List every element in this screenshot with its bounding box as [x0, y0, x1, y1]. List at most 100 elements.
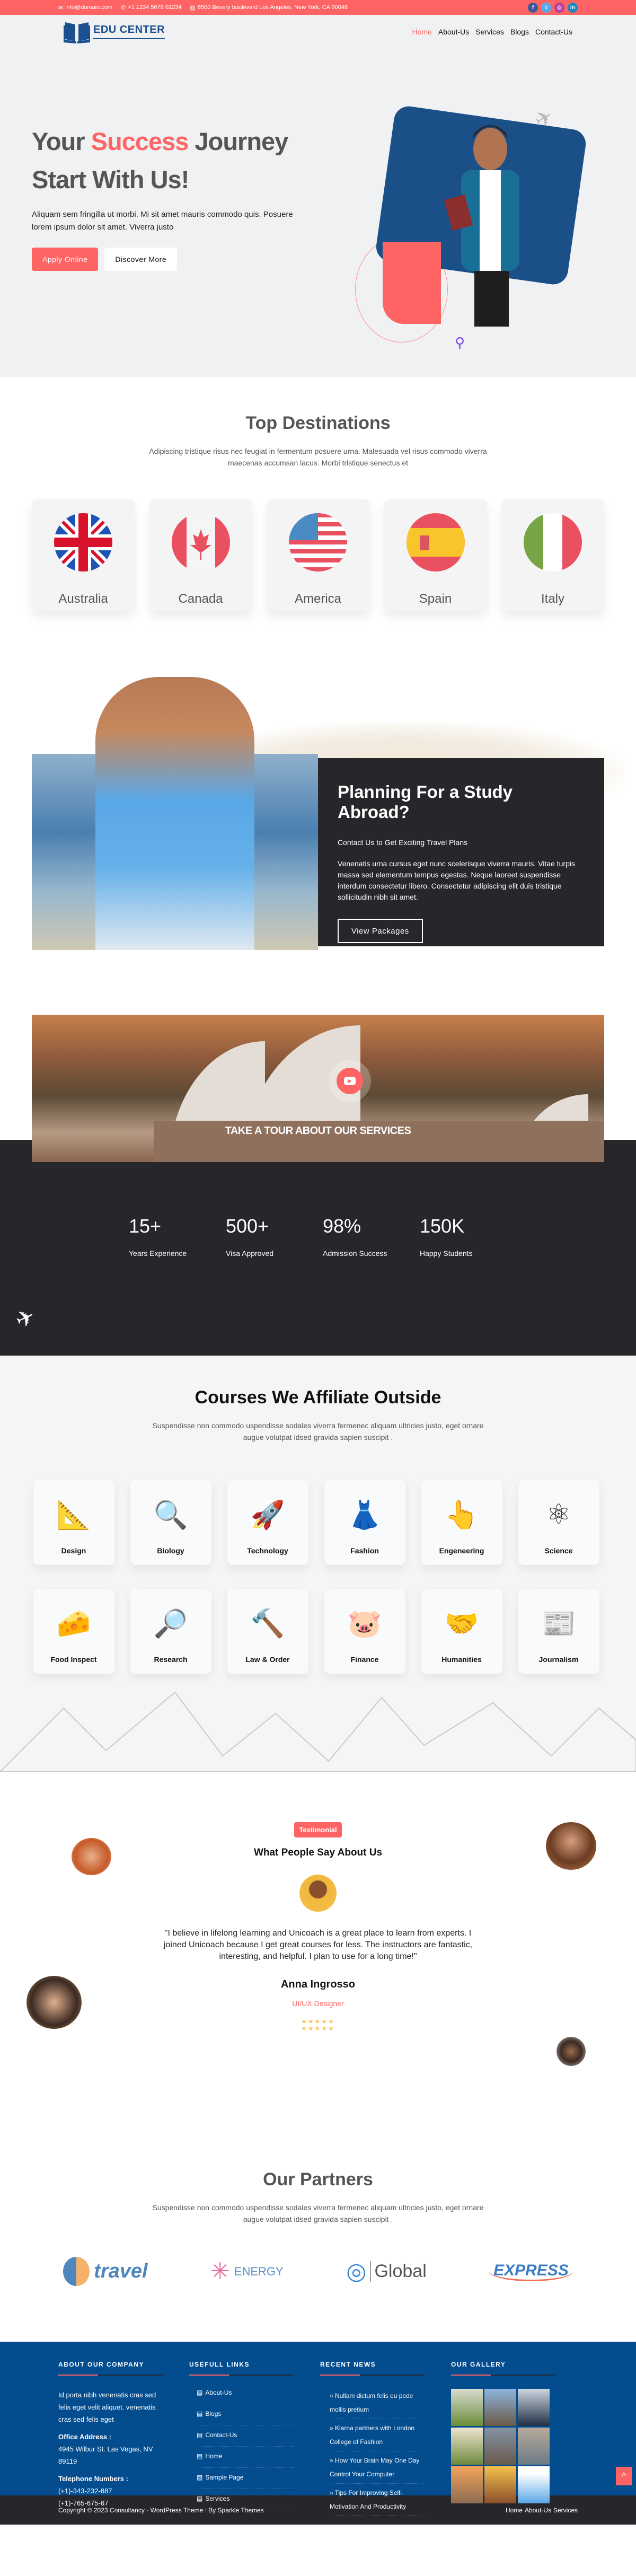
- destination-card-italy[interactable]: Italy: [501, 499, 604, 611]
- view-packages-button[interactable]: View Packages: [338, 919, 423, 943]
- course-card[interactable]: 🐷 Finance: [324, 1589, 405, 1674]
- gallery-image[interactable]: [484, 2466, 516, 2503]
- stat-item: 15+ Years Experience: [129, 1215, 226, 1258]
- section-subtitle: Suspendisse non commodo uspendisse sodal…: [152, 1421, 484, 1441]
- student-image: [444, 125, 519, 327]
- play-video-button[interactable]: ▶: [329, 1060, 371, 1102]
- course-card[interactable]: 📰 Journalism: [518, 1589, 599, 1674]
- partner-logo-express[interactable]: EXPRESS: [489, 2262, 573, 2281]
- logo[interactable]: EDU CENTER: [64, 20, 165, 43]
- phone-info[interactable]: ✆ +1 1234 5678 01234: [121, 4, 181, 11]
- partners-section: Our Partners Suspendisse non commodo usp…: [0, 2138, 636, 2342]
- course-card[interactable]: 🔨 Law & Order: [227, 1589, 308, 1674]
- course-card[interactable]: 👆 Engeneering: [421, 1480, 502, 1565]
- nav-home[interactable]: Home: [412, 28, 432, 36]
- gallery-image[interactable]: [518, 2466, 550, 2503]
- testimonial-quote: "I believe in lifelong learning and Unic…: [163, 1929, 473, 1961]
- open-book-icon: [64, 22, 90, 43]
- footer-link[interactable]: ▤ About-Us: [197, 2389, 294, 2404]
- site-header: EDU CENTER Home About-Us Services Blogs …: [0, 15, 636, 48]
- hero-title: Your Success Journey Start With Us!: [32, 127, 288, 194]
- course-card[interactable]: ⚛ Science: [518, 1480, 599, 1565]
- news-link[interactable]: » How Your Brain May One Day Control You…: [330, 2454, 425, 2484]
- gallery-image[interactable]: [451, 2466, 483, 2503]
- destination-card-australia[interactable]: Australia: [32, 499, 135, 611]
- address-label: Office Address :: [58, 2433, 111, 2441]
- twitter-icon[interactable]: t: [541, 2, 551, 13]
- nav-about-us[interactable]: About-Us: [438, 28, 469, 36]
- course-icon: 🔨: [250, 1608, 285, 1639]
- nav-contact-us[interactable]: Contact-Us: [535, 28, 572, 36]
- partner-logo-global[interactable]: ◎ Global: [346, 2258, 427, 2285]
- course-card[interactable]: 🔎 Research: [130, 1589, 211, 1674]
- stat-label: Admission Success: [323, 1249, 387, 1258]
- course-icon: 🧀: [56, 1608, 91, 1639]
- footer-link[interactable]: ▤ Blogs: [197, 2410, 294, 2425]
- footer-about-column: ABOUT OUR COMPANY Id porta nibh venenati…: [58, 2361, 189, 2518]
- logo-underline: [93, 38, 165, 39]
- facebook-icon[interactable]: f: [528, 2, 538, 13]
- star-burst-icon: ✳: [210, 2258, 230, 2284]
- destination-name: Spain: [419, 592, 452, 606]
- apply-online-button[interactable]: Apply Online: [32, 248, 99, 271]
- news-link[interactable]: » Nullam dictum felis eu pede mollis pre…: [330, 2389, 425, 2419]
- usa-flag-icon: [289, 513, 347, 572]
- course-card[interactable]: 📐 Design: [33, 1480, 114, 1565]
- gallery-image[interactable]: [518, 2428, 550, 2465]
- news-link[interactable]: » Tips For Improving Self-Motivation And…: [330, 2486, 425, 2516]
- footer-link[interactable]: ▤ Sample Page: [197, 2474, 294, 2489]
- nav-services[interactable]: Services: [475, 28, 504, 36]
- footer-heading: USEFULL LINKS: [189, 2361, 250, 2368]
- discover-more-button[interactable]: Discover More: [104, 248, 178, 271]
- stat-item: 150K Happy Students: [420, 1215, 517, 1258]
- course-icon: 🔎: [153, 1608, 188, 1639]
- stat-item: 500+ Visa Approved: [226, 1215, 323, 1258]
- course-card[interactable]: 🚀 Technology: [227, 1480, 308, 1565]
- course-card[interactable]: 🤝 Humanities: [421, 1589, 502, 1674]
- double-chevron-icon: »: [330, 2489, 335, 2496]
- page-icon: ▤: [197, 2452, 203, 2460]
- stat-value: 98%: [323, 1215, 361, 1237]
- gallery-image[interactable]: [451, 2389, 483, 2426]
- gallery-image[interactable]: [484, 2389, 516, 2426]
- gallery-image[interactable]: [484, 2428, 516, 2465]
- email-info[interactable]: ✉ info@domain.com: [58, 4, 112, 11]
- partner-logo-travel[interactable]: travel: [63, 2257, 148, 2286]
- stat-value: 500+: [226, 1215, 269, 1237]
- partner-logo-energy[interactable]: ✳ ENERGY: [210, 2258, 284, 2285]
- course-label: Science: [544, 1546, 573, 1555]
- nav-blogs[interactable]: Blogs: [510, 28, 529, 36]
- section-title: Top Destinations: [245, 413, 391, 433]
- footer-news-column: RECENT NEWS » Nullam dictum felis eu ped…: [320, 2361, 451, 2518]
- course-card[interactable]: 🧀 Food Inspect: [33, 1589, 114, 1674]
- news-link[interactable]: » Klarna partners with London College of…: [330, 2421, 425, 2451]
- course-label: Technology: [247, 1546, 288, 1555]
- course-label: Research: [154, 1655, 188, 1664]
- gallery-image[interactable]: [518, 2389, 550, 2426]
- hero-red-shape: [383, 242, 441, 324]
- footer: ABOUT OUR COMPANY Id porta nibh venenati…: [0, 2342, 636, 2516]
- top-destinations-section: Top Destinations Adipiscing tristique ri…: [0, 377, 636, 658]
- gallery-image[interactable]: [451, 2428, 483, 2465]
- course-card[interactable]: 🔍 Biology: [130, 1480, 211, 1565]
- stat-item: 98% Admission Success: [323, 1215, 420, 1258]
- phone-number[interactable]: (+1)-765-675-67: [58, 2497, 163, 2509]
- avatar: [546, 1822, 596, 1870]
- footer-link[interactable]: ▤ Home: [197, 2452, 294, 2468]
- destination-card-america[interactable]: America: [267, 499, 369, 611]
- scroll-to-top-button[interactable]: ^: [616, 2467, 632, 2485]
- social-links: f t ◎ in: [528, 2, 578, 13]
- destination-card-spain[interactable]: Spain: [384, 499, 487, 611]
- destination-name: Australia: [58, 592, 108, 606]
- phone-number[interactable]: (+1)-343-232-887: [58, 2485, 163, 2497]
- footer-link[interactable]: ▤ Services: [197, 2495, 294, 2510]
- footer-heading: OUR GALLERY: [451, 2361, 506, 2368]
- footer-link[interactable]: ▤ Contact-Us: [197, 2431, 294, 2447]
- instagram-icon[interactable]: ◎: [554, 2, 564, 13]
- linkedin-icon[interactable]: in: [568, 2, 578, 13]
- destination-card-canada[interactable]: Canada: [149, 499, 252, 611]
- heading-underline: [189, 2375, 294, 2376]
- page-icon: ▤: [197, 2389, 203, 2396]
- course-card[interactable]: 👗 Fashion: [324, 1480, 405, 1565]
- avatar: [556, 2037, 586, 2066]
